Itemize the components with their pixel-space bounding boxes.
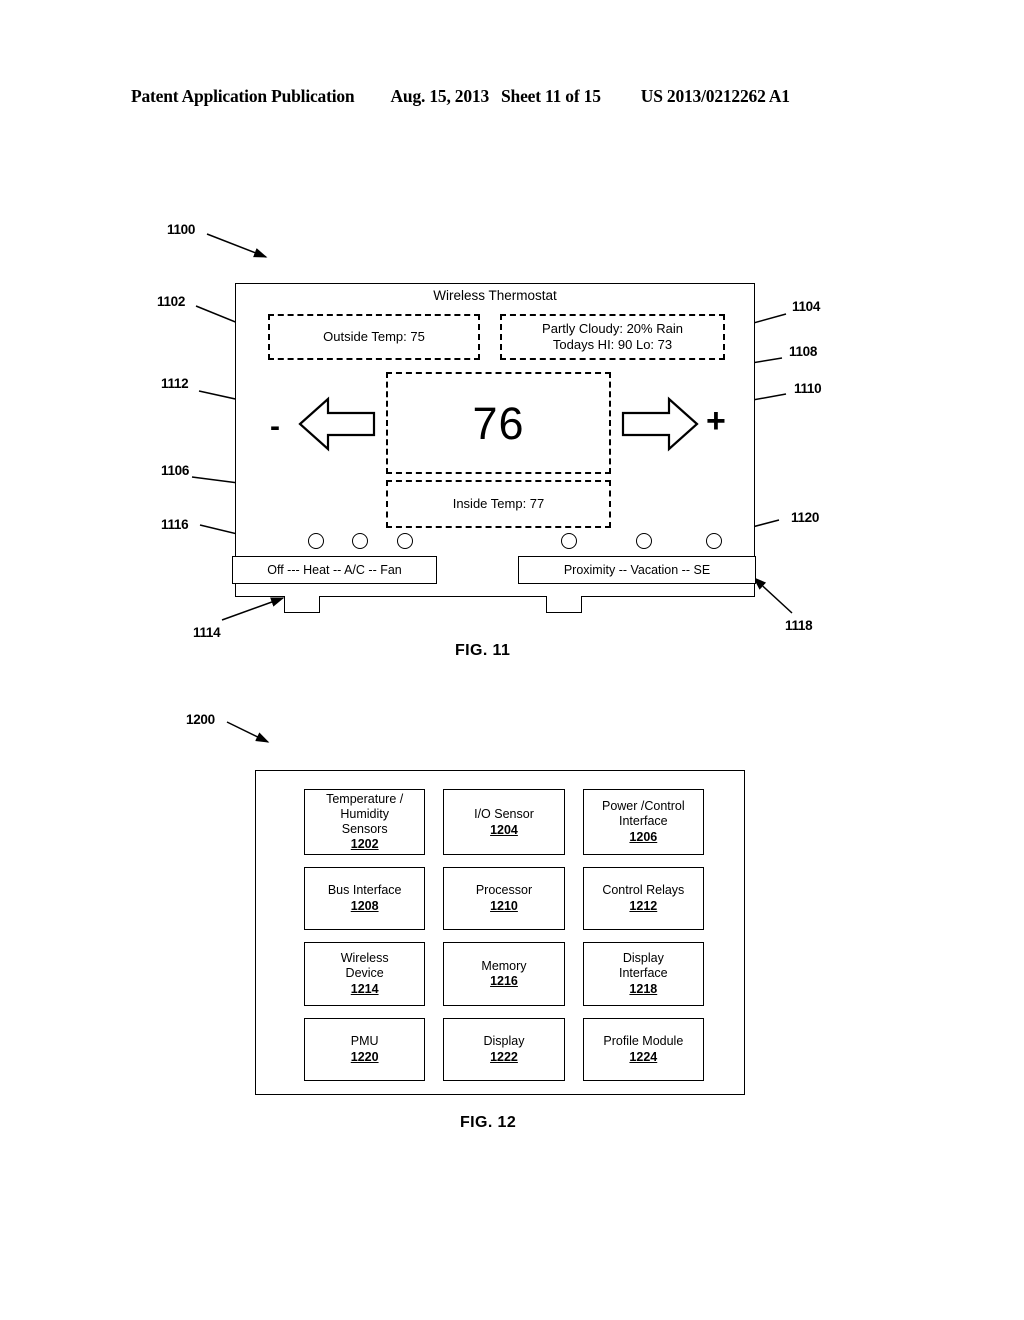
block-1214: Wireless Device 1214 (304, 942, 426, 1006)
indicator-led-4 (561, 533, 577, 549)
page-header: Patent Application Publication Aug. 15, … (131, 86, 893, 112)
block-1222: Display 1222 (443, 1017, 565, 1081)
block-label-line: Interface (619, 814, 668, 829)
block-label-line: I/O Sensor (474, 806, 534, 821)
header-sheet-number: Sheet 11 of 15 (501, 86, 601, 106)
header-date: Aug. 15, 2013 (390, 86, 489, 106)
fig11-caption: FIG. 11 (455, 642, 511, 659)
block-reference-number: 1224 (629, 1049, 658, 1064)
block-1208: Bus Interface 1208 (304, 867, 426, 931)
block-1212: Control Relays 1212 (582, 867, 704, 931)
block-label-line: Display (622, 951, 664, 966)
outside-temp-display: Outside Temp: 75 (268, 314, 480, 360)
block-label-line: Device (345, 966, 384, 981)
block-reference-number: 1210 (490, 899, 518, 914)
header-publication-number: US 2013/0212262 A1 (640, 86, 790, 106)
indicator-led-6 (706, 533, 722, 549)
thermostat-block-diagram: Temperature / Humidity Sensors 1202 I/O Sens… (255, 770, 745, 1095)
device-title: Wireless Thermostat (433, 288, 557, 303)
block-1220: PMU 1220 (304, 1017, 426, 1081)
mode-selector-bar-right[interactable]: Proximity -- Vacation -- SE (518, 556, 756, 584)
block-1216: Memory 1216 (443, 942, 565, 1006)
weather-forecast-display: Partly Cloudy: 20% Rain Todays HI: 90 Lo… (500, 314, 725, 360)
mode-selector-bar-left[interactable]: Off --- Heat -- A/C -- Fan (232, 556, 437, 584)
setpoint-value-text: 76 (472, 397, 525, 449)
block-label-line: Bus Interface (327, 883, 402, 898)
block-label-line: Interface (619, 966, 668, 981)
ref-1106: 1106 (161, 463, 190, 478)
device-foot-left (284, 596, 320, 613)
block-1210: Processor 1210 (443, 867, 565, 931)
decrease-temperature-arrow-icon[interactable] (298, 396, 376, 457)
block-label-line: PMU (350, 1034, 379, 1049)
minus-label: - (270, 410, 280, 443)
ref-1112: 1112 (161, 376, 189, 391)
block-label-line: Memory (481, 958, 527, 973)
block-reference-number: 1218 (629, 981, 658, 996)
weather-highlow-text: Todays HI: 90 Lo: 73 (552, 337, 673, 352)
increase-temperature-arrow-icon[interactable] (621, 396, 699, 457)
ref-1104: 1104 (792, 299, 821, 314)
block-diagram-grid: Temperature / Humidity Sensors 1202 I/O Sens… (304, 789, 704, 1081)
block-label-line: Sensors (341, 821, 388, 836)
ref-1102: 1102 (157, 294, 186, 309)
block-label-line: Humidity (340, 806, 389, 821)
ref-1110: 1110 (794, 381, 822, 396)
block-reference-number: 1204 (490, 822, 518, 837)
header-publication-label: Patent Application Publication (131, 86, 355, 106)
mode-selector-right-label: Proximity -- Vacation -- SE (563, 563, 711, 577)
device-foot-right (546, 596, 582, 613)
weather-conditions-text: Partly Cloudy: 20% Rain (542, 321, 683, 337)
block-reference-number: 1222 (490, 1049, 518, 1064)
block-reference-number: 1206 (629, 829, 658, 844)
block-1224: Profile Module 1224 (582, 1017, 704, 1081)
block-reference-number: 1208 (350, 899, 379, 914)
block-reference-number: 1216 (490, 974, 518, 989)
wireless-thermostat-device: Wireless Thermostat Outside Temp: 75 Par… (232, 283, 756, 613)
block-1206: Power /Control Interface 1206 (582, 789, 704, 855)
indicator-led-1 (308, 533, 324, 549)
block-reference-number: 1214 (350, 981, 379, 996)
ref-1108: 1108 (789, 344, 818, 359)
inside-temp-text: Inside Temp: 77 (452, 496, 545, 512)
block-label-line: Power /Control (601, 799, 685, 814)
block-reference-number: 1212 (629, 899, 658, 914)
block-label-line: Wireless (340, 951, 389, 966)
block-label-line: Profile Module (603, 1034, 684, 1049)
ref-1200: 1200 (186, 712, 215, 727)
mode-selector-left-label: Off --- Heat -- A/C -- Fan (267, 563, 402, 577)
indicator-led-5 (636, 533, 652, 549)
block-1202: Temperature / Humidity Sensors 1202 (304, 789, 426, 855)
indicator-led-2 (352, 533, 368, 549)
ref-1114: 1114 (193, 625, 221, 640)
block-reference-number: 1220 (350, 1049, 379, 1064)
block-label-line: Processor (475, 883, 533, 898)
block-label-line: Display (483, 1034, 525, 1049)
outside-temp-text: Outside Temp: 75 (323, 329, 425, 345)
block-label-line: Temperature / (326, 792, 404, 806)
ref-1116: 1116 (161, 517, 189, 532)
block-label-line: Control Relays (602, 883, 685, 898)
ref-1120: 1120 (791, 510, 820, 525)
plus-label: + (706, 402, 726, 440)
indicator-led-3 (397, 533, 413, 549)
ref-1100: 1100 (167, 222, 196, 237)
ref-1118: 1118 (785, 618, 813, 633)
fig12-caption: FIG. 12 (460, 1114, 517, 1131)
setpoint-temperature-display: 76 (386, 372, 611, 474)
inside-temp-display: Inside Temp: 77 (386, 480, 611, 528)
block-1218: Display Interface 1218 (582, 942, 704, 1006)
block-1204: I/O Sensor 1204 (443, 789, 565, 855)
block-reference-number: 1202 (350, 837, 379, 852)
